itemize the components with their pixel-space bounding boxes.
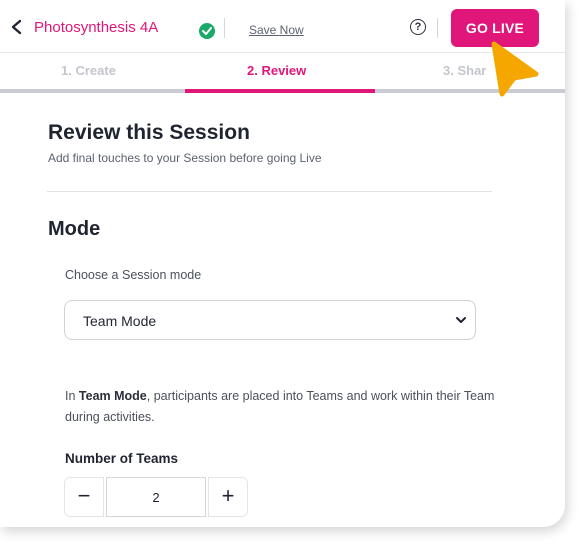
step-tabs: 1. Create 2. Review 3. Shar	[0, 53, 565, 93]
chevron-down-icon	[456, 317, 466, 323]
top-bar: Photosynthesis 4A Save Now ? GO LIVE	[0, 0, 565, 52]
mode-description: In Team Mode, participants are placed in…	[65, 386, 495, 428]
session-title[interactable]: Photosynthesis 4A	[34, 19, 158, 36]
review-panel: Review this Session Add final touches to…	[0, 93, 565, 527]
decrement-button[interactable]: −	[64, 477, 104, 517]
back-arrow-icon[interactable]	[10, 19, 24, 35]
number-of-teams-label: Number of Teams	[65, 451, 179, 466]
mode-description-bold: Team Mode	[78, 389, 147, 403]
session-mode-value: Team Mode	[83, 313, 157, 329]
help-icon[interactable]: ?	[410, 19, 426, 35]
tab-share[interactable]: 3. Shar	[443, 63, 486, 78]
page-subtitle: Add final touches to your Session before…	[48, 151, 322, 165]
session-mode-select[interactable]: Team Mode	[64, 300, 476, 340]
increment-button[interactable]: +	[208, 477, 248, 517]
page-title: Review this Session	[48, 121, 250, 144]
saved-check-icon	[199, 23, 215, 39]
cursor-pointer-icon	[491, 41, 539, 97]
mode-heading: Mode	[48, 218, 101, 240]
teams-stepper: − 2 +	[64, 477, 248, 517]
section-divider	[47, 191, 492, 192]
teams-count-input[interactable]: 2	[106, 477, 206, 517]
session-card: Photosynthesis 4A Save Now ? GO LIVE 1. …	[0, 0, 565, 527]
mode-description-prefix: In	[65, 389, 79, 403]
mode-select-label: Choose a Session mode	[65, 268, 202, 282]
tab-create[interactable]: 1. Create	[61, 63, 116, 78]
header-divider	[437, 18, 438, 38]
tab-review[interactable]: 2. Review	[247, 63, 306, 78]
save-now-link[interactable]: Save Now	[249, 23, 304, 37]
header-divider	[224, 18, 225, 38]
